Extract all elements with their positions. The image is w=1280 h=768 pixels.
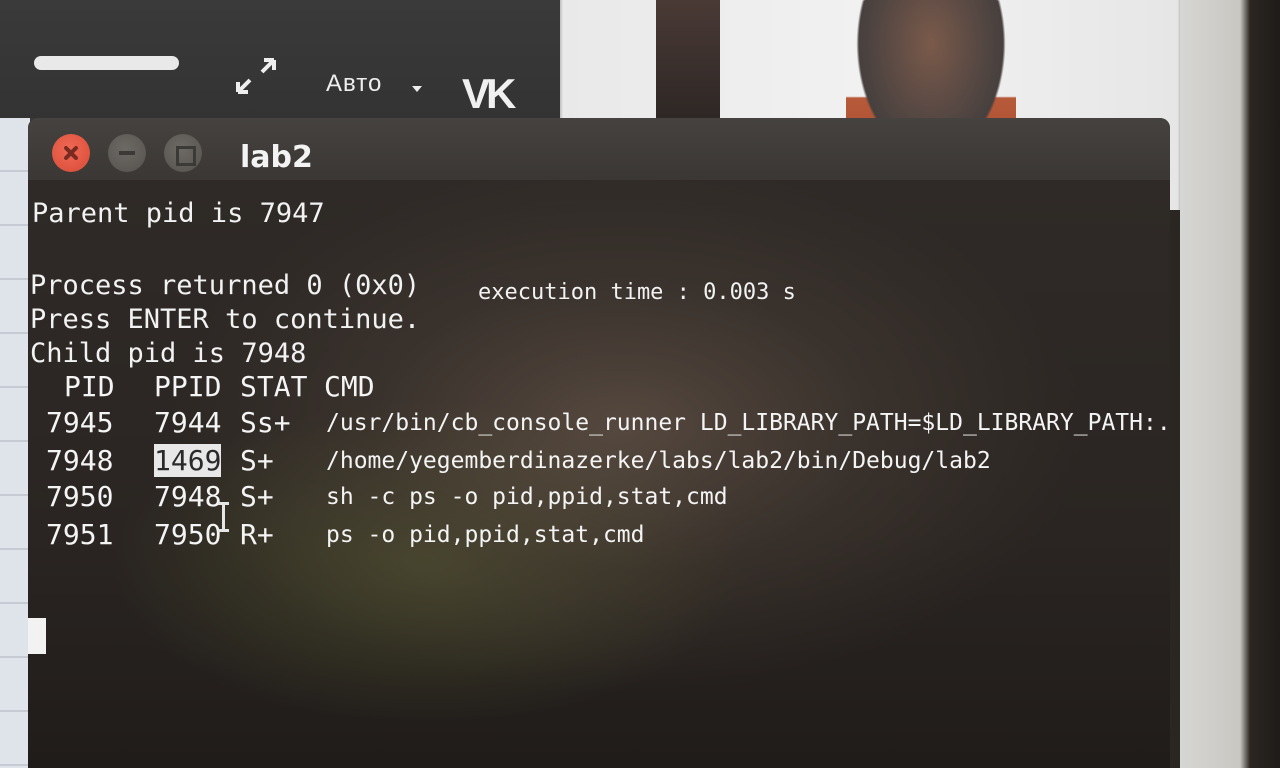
column-header: CMD — [324, 370, 375, 403]
pid-cell: 7945 — [46, 406, 114, 439]
minimize-button[interactable] — [108, 134, 146, 172]
cmd-cell: /home/yegemberdinazerke/labs/lab2/bin/De… — [326, 448, 991, 474]
terminal-cursor — [28, 618, 46, 654]
background-window-edge — [0, 118, 30, 768]
quality-selector[interactable]: Авто — [326, 70, 382, 98]
window-title: lab2 — [240, 140, 313, 175]
ppid-cell: 7944 — [154, 406, 222, 439]
chevron-down-icon — [412, 86, 422, 92]
terminal-line: Process returned 0 (0x0) — [30, 270, 421, 301]
ppid-cell: 7948 — [154, 480, 222, 513]
terminal-line: Parent pid is 7947 — [32, 198, 325, 229]
window-titlebar[interactable]: lab2 — [28, 118, 1170, 180]
pid-cell: 7951 — [46, 518, 114, 551]
maximize-button[interactable] — [164, 134, 202, 172]
cmd-cell: /usr/bin/cb_console_runner LD_LIBRARY_PA… — [326, 410, 1170, 436]
column-header: STAT — [240, 370, 308, 403]
terminal-line: Child pid is 7948 — [30, 338, 307, 369]
close-button[interactable] — [52, 134, 90, 172]
stat-cell: Ss+ — [240, 406, 291, 439]
cmd-cell: sh -c ps -o pid,ppid,stat,cmd — [326, 484, 728, 510]
stat-cell: S+ — [240, 444, 274, 477]
video-player-controls: Авто VK — [0, 0, 560, 118]
ppid-cell: 7950 — [154, 518, 222, 551]
pid-cell: 7950 — [46, 480, 114, 513]
terminal-window: lab2 Parent pid is 7947 Process returned… — [28, 118, 1170, 768]
fullscreen-icon[interactable] — [234, 56, 278, 96]
stat-cell: S+ — [240, 480, 274, 513]
screen-bezel — [1180, 0, 1280, 768]
pid-cell: 7948 — [46, 444, 114, 477]
vk-logo-icon[interactable]: VK — [462, 70, 516, 118]
column-header: PPID — [154, 370, 222, 403]
column-header: PID — [64, 370, 115, 403]
stat-cell: R+ — [240, 518, 274, 551]
terminal-output[interactable]: Parent pid is 7947 Process returned 0 (0… — [28, 180, 1170, 768]
terminal-line: execution time : 0.003 s — [478, 280, 796, 305]
terminal-line: Press ENTER to continue. — [30, 304, 421, 335]
ppid-cell-selected[interactable]: 1469 — [154, 444, 222, 477]
text-cursor-icon — [218, 502, 229, 532]
cmd-cell: ps -o pid,ppid,stat,cmd — [326, 522, 645, 548]
volume-slider[interactable] — [34, 56, 179, 70]
